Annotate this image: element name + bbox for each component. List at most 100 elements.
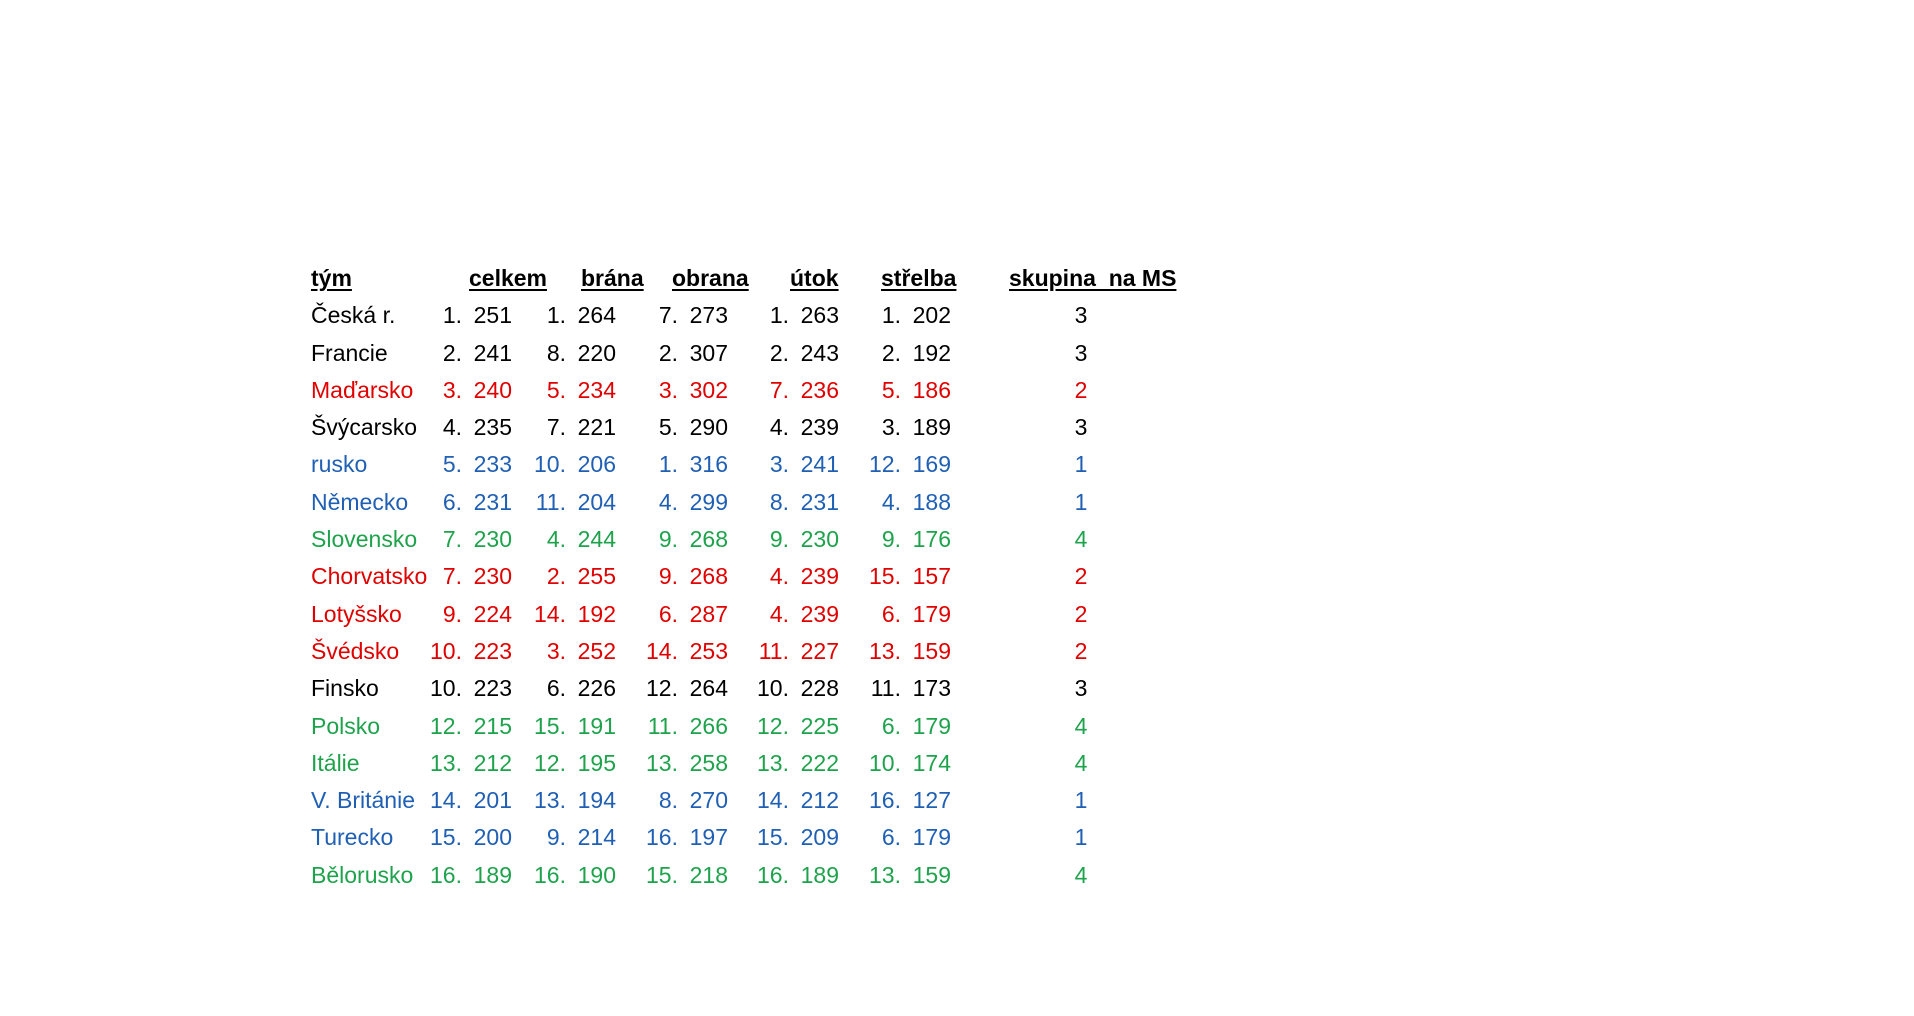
shooting-points: 189: [912, 414, 951, 441]
goal-rank: 7.: [546, 414, 566, 441]
defense-points: 287: [689, 600, 728, 627]
defense-points: 270: [689, 787, 728, 814]
defense-points: 197: [689, 824, 728, 851]
defense-rank: 12.: [646, 675, 678, 702]
cell-goal: 10. 206: [532, 446, 616, 483]
defense-rank: 9.: [658, 526, 678, 553]
shooting-points: 179: [912, 712, 951, 739]
cell-attack: 14. 212: [755, 782, 839, 819]
defense-points: 253: [689, 637, 728, 664]
cell-attack: 1. 263: [755, 297, 839, 334]
defense-rank: 11.: [647, 712, 678, 739]
attack-points: 241: [800, 451, 839, 478]
total-points: 230: [473, 526, 512, 553]
total-rank: 6.: [442, 488, 462, 515]
group-value: 3: [1074, 414, 1088, 441]
total-points: 215: [473, 712, 512, 739]
team-name: Slovensko: [311, 526, 418, 553]
team-name: Chorvatsko: [311, 563, 428, 590]
total-rank: 12.: [430, 712, 462, 739]
attack-rank: 1.: [769, 302, 789, 329]
shooting-rank: 1.: [881, 302, 901, 329]
cell-goal: 14. 192: [532, 596, 616, 633]
group-value: 1: [1074, 488, 1088, 515]
cell-defense: 13. 258: [644, 745, 728, 782]
goal-rank: 2.: [546, 563, 566, 590]
total-rank: 13.: [430, 749, 462, 776]
goal-rank: 13.: [534, 787, 566, 814]
team-name: Švédsko: [311, 637, 400, 664]
group-value: 4: [1074, 749, 1088, 776]
attack-points: 263: [800, 302, 839, 329]
cell-goal: 3. 252: [532, 633, 616, 670]
shooting-rank: 13.: [869, 861, 901, 888]
cell-attack: 12. 225: [755, 708, 839, 745]
cell-attack: 3. 241: [755, 446, 839, 483]
cell-shooting: 5. 186: [867, 372, 951, 409]
defense-rank: 3.: [658, 376, 678, 403]
attack-rank: 12.: [757, 712, 789, 739]
goal-rank: 8.: [546, 339, 566, 366]
attack-points: 230: [800, 526, 839, 553]
cell-total: 15. 200: [428, 819, 512, 856]
attack-rank: 7.: [769, 376, 789, 403]
attack-rank: 4.: [769, 600, 789, 627]
team-name: Turecko: [311, 824, 394, 851]
cell-goal: 16. 190: [532, 857, 616, 894]
cell-defense: 11. 266: [644, 708, 728, 745]
shooting-rank: 5.: [881, 376, 901, 403]
shooting-points: 202: [912, 302, 951, 329]
shooting-rank: 6.: [881, 600, 901, 627]
cell-defense: 16. 197: [644, 819, 728, 856]
cell-attack: 11. 227: [755, 633, 839, 670]
team-name: Lotyšsko: [311, 600, 402, 627]
cell-goal: 2. 255: [532, 558, 616, 595]
cell-goal: 1. 264: [532, 297, 616, 334]
goal-points: 214: [577, 824, 616, 851]
cell-goal: 12. 195: [532, 745, 616, 782]
attack-rank: 9.: [769, 526, 789, 553]
cell-total: 12. 215: [428, 708, 512, 745]
cell-shooting: 6. 179: [867, 708, 951, 745]
goal-rank: 16.: [534, 861, 566, 888]
total-points: 223: [473, 675, 512, 702]
shooting-points: 179: [912, 824, 951, 851]
goal-rank: 6.: [546, 675, 566, 702]
group-value: 2: [1074, 600, 1088, 627]
attack-points: 212: [800, 787, 839, 814]
shooting-rank: 6.: [881, 824, 901, 851]
shooting-rank: 3.: [881, 414, 901, 441]
goal-rank: 10.: [534, 451, 566, 478]
cell-total: 13. 212: [428, 745, 512, 782]
cell-total: 4. 235: [428, 409, 512, 446]
total-points: 231: [473, 488, 512, 515]
defense-rank: 13.: [646, 749, 678, 776]
defense-points: 266: [689, 712, 728, 739]
header-total: celkem: [469, 265, 548, 291]
cell-total: 9. 224: [428, 596, 512, 633]
total-rank: 14.: [430, 787, 462, 814]
header-group: skupina na MS: [1009, 265, 1177, 291]
cell-defense: 15. 218: [644, 857, 728, 894]
attack-points: 225: [800, 712, 839, 739]
cell-goal: 15. 191: [532, 708, 616, 745]
cell-defense: 4. 299: [644, 484, 728, 521]
total-points: 241: [473, 339, 512, 366]
defense-rank: 15.: [646, 861, 678, 888]
cell-defense: 1. 316: [644, 446, 728, 483]
cell-shooting: 6. 179: [867, 596, 951, 633]
cell-attack: 15. 209: [755, 819, 839, 856]
group-value: 3: [1074, 339, 1088, 366]
attack-points: 222: [800, 749, 839, 776]
cell-shooting: 12. 169: [867, 446, 951, 483]
cell-attack: 10. 228: [755, 670, 839, 707]
group-value: 4: [1074, 861, 1088, 888]
defense-points: 316: [689, 451, 728, 478]
cell-defense: 9. 268: [644, 558, 728, 595]
defense-rank: 1.: [658, 451, 678, 478]
total-points: 235: [473, 414, 512, 441]
cell-attack: 16. 189: [755, 857, 839, 894]
header-shooting: střelba: [881, 265, 957, 291]
cell-attack: 9. 230: [755, 521, 839, 558]
attack-rank: 14.: [757, 787, 789, 814]
